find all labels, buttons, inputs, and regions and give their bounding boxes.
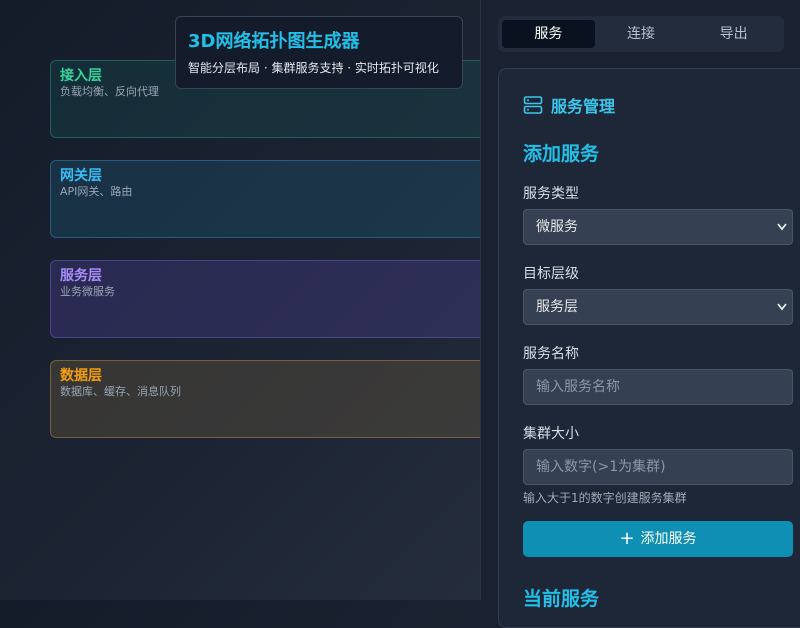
- tab-connections[interactable]: 连接: [595, 20, 688, 48]
- cluster-size-hint: 输入大于1的数字创建服务集群: [523, 491, 687, 505]
- topology-canvas[interactable]: 接入层 负载均衡、反向代理 网关层 API网关、路由 服务层 业务微服务 数据层…: [0, 0, 480, 600]
- tab-services[interactable]: 服务: [502, 20, 595, 48]
- app-subtitle: 智能分层布局 · 集群服务支持 · 实时拓扑可视化: [188, 61, 439, 75]
- layer-data[interactable]: 数据层 数据库、缓存、消息队列: [50, 360, 480, 438]
- service-type-select[interactable]: 微服务: [523, 209, 793, 245]
- layer-service[interactable]: 服务层 业务微服务: [50, 260, 480, 338]
- target-layer-value: 服务层: [536, 299, 578, 315]
- chevron-down-icon: [777, 223, 787, 231]
- app-header-card: 3D网络拓扑图生成器 智能分层布局 · 集群服务支持 · 实时拓扑可视化: [175, 16, 463, 89]
- target-layer-label: 目标层级: [523, 266, 579, 282]
- service-name-label: 服务名称: [523, 346, 579, 362]
- layer-title: 网关层: [60, 168, 102, 184]
- chevron-down-icon: [777, 303, 787, 311]
- plus-icon: +: [619, 528, 635, 549]
- panel-tabs: 服务 连接 导出: [498, 16, 784, 52]
- layer-description: API网关、路由: [60, 185, 133, 198]
- service-type-label: 服务类型: [523, 186, 579, 202]
- service-name-input[interactable]: 输入服务名称: [523, 369, 793, 405]
- app-title: 3D网络拓扑图生成器: [188, 31, 360, 52]
- card-header: 服务管理: [523, 93, 615, 117]
- cluster-size-input[interactable]: 输入数字(>1为集群): [523, 449, 793, 485]
- layer-gateway[interactable]: 网关层 API网关、路由: [50, 160, 480, 238]
- current-services-heading: 当前服务: [523, 588, 600, 610]
- layer-description: 数据库、缓存、消息队列: [60, 385, 181, 398]
- layer-description: 业务微服务: [60, 285, 115, 298]
- server-icon: [523, 96, 543, 114]
- layer-title: 数据层: [60, 368, 102, 384]
- add-service-button-label: 添加服务: [640, 531, 697, 547]
- control-panel: 服务 连接 导出 服务管理 添加服务 服务类型 微服务 目标层级 服务层 服务名…: [480, 0, 800, 628]
- service-management-card: 服务管理 添加服务 服务类型 微服务 目标层级 服务层 服务名称 输入服务名称 …: [498, 68, 800, 628]
- add-service-heading: 添加服务: [523, 143, 600, 165]
- tab-export[interactable]: 导出: [687, 20, 780, 48]
- cluster-size-label: 集群大小: [523, 426, 579, 442]
- layer-title: 服务层: [60, 268, 102, 284]
- target-layer-select[interactable]: 服务层: [523, 289, 793, 325]
- add-service-button[interactable]: + 添加服务: [523, 521, 793, 557]
- service-type-value: 微服务: [536, 219, 578, 235]
- card-title: 服务管理: [551, 97, 616, 116]
